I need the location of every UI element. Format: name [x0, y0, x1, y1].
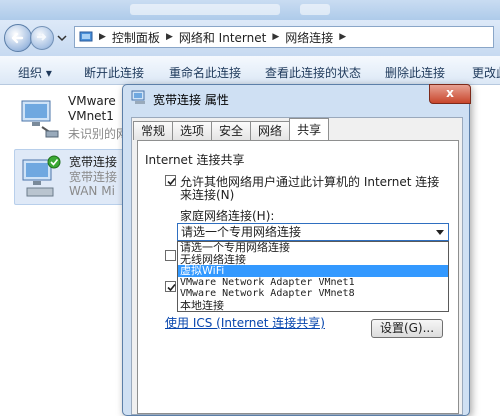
connection-item-broadband[interactable]: 宽带连接 宽带连接 WAN Mi — [14, 149, 124, 205]
allow-sharing-checkbox[interactable] — [165, 175, 176, 186]
history-chevron-icon[interactable] — [57, 34, 67, 42]
control-panel-icon — [79, 31, 93, 42]
ics-group-label: Internet 连接共享 — [145, 153, 245, 167]
connection-status: WAN Mi — [69, 184, 115, 198]
dropdown-option[interactable]: 无线网络连接 — [178, 254, 448, 266]
change-settings-button[interactable]: 更改此 — [472, 64, 500, 81]
dialog-close-button[interactable]: x — [429, 84, 471, 104]
properties-dialog: 宽带连接 属性 x 常规 选项 安全 网络 共享 Internet 连接共享 允… — [122, 84, 471, 416]
dropdown-option[interactable]: 本地连接 — [178, 300, 448, 312]
tab-sharing[interactable]: 共享 — [289, 118, 330, 140]
command-bar: 组织 ▾ 断开此连接 重命名此连接 查看此连接的状态 删除此连接 更改此 — [0, 56, 500, 85]
dialog-title: 宽带连接 属性 — [153, 93, 229, 107]
rename-connection-button[interactable]: 重命名此连接 — [169, 64, 241, 81]
checkmark-icon — [167, 283, 176, 292]
connection-device: VMnet1 — [68, 109, 114, 123]
connection-device: 宽带连接 — [69, 170, 118, 184]
dropdown-option[interactable]: 请选一个专用网络连接 — [178, 242, 448, 254]
back-arrow-icon — [11, 32, 24, 44]
tab-networking[interactable]: 网络 — [250, 121, 291, 140]
checkmark-icon — [167, 177, 176, 186]
forward-button[interactable] — [30, 26, 54, 50]
dropdown-arrow-icon — [436, 230, 444, 235]
delete-connection-button[interactable]: 删除此连接 — [385, 64, 445, 81]
home-network-dropdown-list: 请选一个专用网络连接 无线网络连接 虚拟WiFi VMware Network … — [177, 241, 449, 312]
title-blur — [130, 4, 280, 15]
allow-control-checkbox-2[interactable] — [165, 281, 176, 292]
dropdown-option-highlighted[interactable]: 虚拟WiFi — [178, 265, 448, 277]
broadband-connection-icon — [22, 155, 61, 197]
home-network-label: 家庭网络连接(H): — [180, 209, 275, 223]
disable-connection-button[interactable]: 断开此连接 — [84, 64, 144, 81]
tab-options[interactable]: 选项 — [172, 121, 213, 140]
network-adapter-icon — [21, 100, 59, 138]
dropdown-option[interactable]: VMware Network Adapter VMnet1 — [178, 277, 448, 289]
tab-general[interactable]: 常规 — [133, 121, 174, 140]
address-bar-area: ▶ 控制面板 ▶ 网络和 Internet ▶ 网络连接 ▶ — [0, 20, 500, 56]
select-value: 请选一个专用网络连接 — [181, 225, 302, 239]
dropdown-option[interactable]: VMware Network Adapter VMnet8 — [178, 288, 448, 300]
view-status-button[interactable]: 查看此连接的状态 — [265, 64, 361, 81]
breadcrumb-sep-icon: ▶ — [99, 32, 106, 42]
settings-button[interactable]: 设置(G)... — [371, 319, 443, 338]
allow-sharing-label-line2: 来连接(N) — [180, 188, 235, 202]
breadcrumb-sep-icon[interactable]: ▶ — [166, 32, 173, 42]
tab-strip: 常规 选项 安全 网络 共享 — [133, 118, 330, 140]
tab-security[interactable]: 安全 — [211, 121, 252, 140]
dialog-network-icon — [131, 90, 145, 104]
organize-menu[interactable]: 组织 ▾ — [18, 64, 52, 81]
back-button[interactable] — [4, 24, 32, 52]
address-input[interactable]: ▶ 控制面板 ▶ 网络和 Internet ▶ 网络连接 ▶ — [74, 26, 494, 48]
forward-arrow-icon — [37, 33, 47, 41]
title-blur-2 — [300, 4, 330, 15]
breadcrumb-control-panel[interactable]: 控制面板 — [112, 29, 160, 46]
ics-help-link[interactable]: 使用 ICS (Internet 连接共享) — [165, 314, 325, 331]
breadcrumb-network-connections[interactable]: 网络连接 — [285, 29, 333, 46]
home-network-select[interactable]: 请选一个专用网络连接 — [177, 223, 449, 241]
connection-item-vmware[interactable]: VMware VMnet1 未识别的网络 — [14, 91, 140, 147]
breadcrumb-sep-icon[interactable]: ▶ — [339, 32, 346, 42]
connection-name: VMware — [68, 94, 116, 108]
allow-control-checkbox[interactable] — [165, 250, 176, 261]
breadcrumb-network-internet[interactable]: 网络和 Internet — [179, 29, 266, 46]
breadcrumb-sep-icon[interactable]: ▶ — [272, 32, 279, 42]
window-titlebar — [0, 0, 500, 20]
